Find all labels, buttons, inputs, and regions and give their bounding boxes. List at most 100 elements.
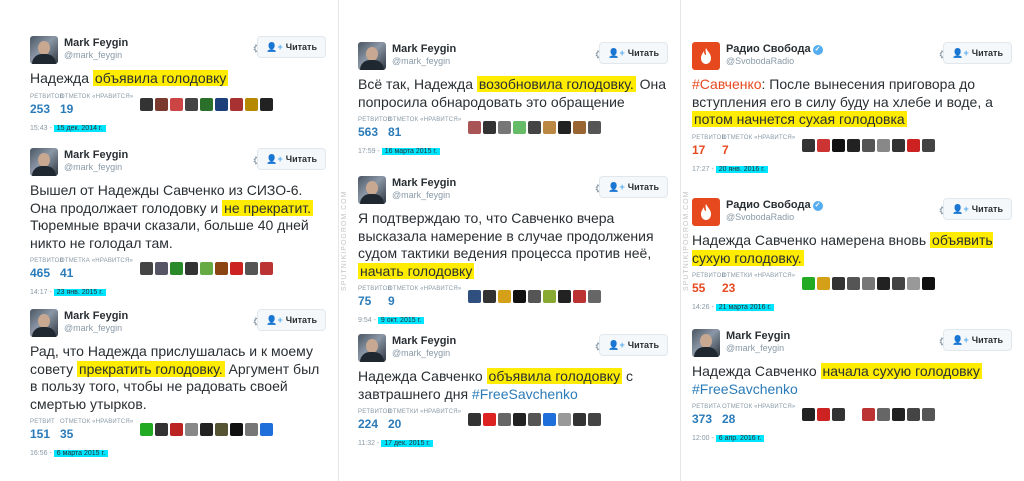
liker-avatar[interactable] <box>922 408 935 421</box>
hashtag-link[interactable]: #FreeSavchenko <box>472 386 578 402</box>
liker-avatar[interactable] <box>862 277 875 290</box>
follow-button[interactable]: 👤+ Читать <box>257 36 326 58</box>
liker-avatar[interactable] <box>543 413 556 426</box>
avatar[interactable] <box>30 148 58 176</box>
liker-avatar[interactable] <box>558 413 571 426</box>
liker-avatar[interactable] <box>573 290 586 303</box>
liker-avatar[interactable] <box>877 408 890 421</box>
liker-avatar[interactable] <box>558 121 571 134</box>
retweet-stat[interactable]: РЕТВИТОВ 563 <box>358 117 392 139</box>
tweet-timestamp[interactable]: 16:56 - 6 марта 2015 г. <box>30 450 326 460</box>
like-stat[interactable]: ОТМЕТОК «НРАВИТСЯ» 35 <box>60 419 133 441</box>
user-name[interactable]: Mark Feygin <box>392 335 456 347</box>
liker-avatar[interactable] <box>170 97 183 111</box>
liker-avatar[interactable] <box>215 423 228 436</box>
retweet-stat[interactable]: РЕТВИТОВ 224 <box>358 409 392 431</box>
tweet-timestamp[interactable]: 14:26 - 21 марта 2016 г. <box>692 304 1012 314</box>
liker-avatar[interactable] <box>817 408 830 421</box>
avatar[interactable] <box>30 309 58 337</box>
liker-avatar[interactable] <box>528 121 541 134</box>
retweet-stat[interactable]: РЕТВИТОВ 55 <box>692 273 726 295</box>
user-name[interactable]: Mark Feygin <box>726 330 790 342</box>
user-name[interactable]: Радио Свобода ✓ <box>726 199 823 211</box>
liker-avatar[interactable] <box>498 413 511 426</box>
follow-button[interactable]: 👤+ Читать <box>257 148 326 170</box>
user-handle[interactable]: @mark_feygin <box>64 50 122 60</box>
liker-avatar[interactable] <box>528 290 541 303</box>
liker-avatar[interactable] <box>832 408 845 421</box>
liker-avatar[interactable] <box>140 262 153 275</box>
liker-avatar[interactable] <box>877 138 890 152</box>
liker-avatar[interactable] <box>907 408 920 421</box>
liker-avatar[interactable] <box>817 277 830 290</box>
liker-avatar[interactable] <box>245 423 258 436</box>
liker-avatar[interactable] <box>230 262 243 275</box>
liker-avatar[interactable] <box>802 138 815 152</box>
user-name[interactable]: Mark Feygin <box>392 43 456 55</box>
liker-avatar[interactable] <box>892 408 905 421</box>
avatar[interactable] <box>692 42 720 70</box>
liker-avatar[interactable] <box>832 277 845 290</box>
liker-avatar[interactable] <box>170 423 183 436</box>
liker-avatar[interactable] <box>468 290 481 303</box>
tweet-timestamp[interactable]: 14:17 - 23 янв. 2015 г. <box>30 289 326 299</box>
liker-avatar[interactable] <box>573 413 586 426</box>
liker-avatar[interactable] <box>260 423 273 436</box>
follow-button[interactable]: 👤+ Читать <box>599 176 668 198</box>
liker-avatar[interactable] <box>802 277 815 290</box>
tweet-timestamp[interactable]: 15:43 - 15 дек. 2014 г. <box>30 124 326 135</box>
avatar[interactable] <box>692 198 720 226</box>
liker-avatar[interactable] <box>468 121 481 134</box>
liker-avatar[interactable] <box>468 413 481 426</box>
user-handle[interactable]: @mark_feygin <box>392 348 450 358</box>
liker-avatar[interactable] <box>513 290 526 303</box>
tweet-timestamp[interactable]: 12:00 - 6 апр. 2016 г. <box>692 435 1012 445</box>
liker-avatar[interactable] <box>498 121 511 134</box>
liker-avatar[interactable] <box>215 262 228 275</box>
retweet-stat[interactable]: РЕТВИТОВ 75 <box>358 286 392 308</box>
liker-avatar[interactable] <box>245 97 258 111</box>
liker-avatar[interactable] <box>260 97 273 111</box>
liker-avatar[interactable] <box>140 423 153 436</box>
liker-avatar[interactable] <box>832 138 845 152</box>
like-stat[interactable]: ОТМЕТОК «НРАВИТСЯ» 19 <box>60 94 133 116</box>
liker-avatar[interactable] <box>877 277 890 290</box>
liker-avatar[interactable] <box>155 262 168 275</box>
follow-button[interactable]: 👤+ Читать <box>599 42 668 64</box>
liker-avatar[interactable] <box>543 290 556 303</box>
liker-avatar[interactable] <box>862 408 875 421</box>
user-handle[interactable]: @mark_feygin <box>726 343 784 353</box>
liker-avatar[interactable] <box>498 290 511 303</box>
liker-avatar[interactable] <box>230 97 243 111</box>
liker-avatar[interactable] <box>847 277 860 290</box>
liker-avatar[interactable] <box>558 290 571 303</box>
user-handle[interactable]: @SvobodaRadio <box>726 56 794 66</box>
liker-avatar[interactable] <box>817 138 830 152</box>
liker-avatar[interactable] <box>513 121 526 134</box>
liker-avatar[interactable] <box>907 277 920 290</box>
hashtag-link[interactable]: #Савченко <box>692 76 762 92</box>
user-name[interactable]: Радио Свобода ✓ <box>726 43 823 55</box>
like-stat[interactable]: ОТМЕТОК «НРАВИТСЯ» 7 <box>722 135 795 157</box>
user-name[interactable]: Mark Feygin <box>64 37 128 49</box>
like-stat[interactable]: ОТМЕТКА «НРАВИТСЯ» 41 <box>60 258 133 280</box>
liker-avatar[interactable] <box>847 138 860 152</box>
like-stat[interactable]: ОТМЕТКИ «НРАВИТСЯ» 23 <box>722 273 795 295</box>
follow-button[interactable]: 👤+ Читать <box>257 309 326 331</box>
liker-avatar[interactable] <box>185 97 198 111</box>
tweet-timestamp[interactable]: 11:32 - 17 дек. 2015 г. <box>358 440 668 450</box>
user-handle[interactable]: @SvobodaRadio <box>726 212 794 222</box>
liker-avatar[interactable] <box>922 138 935 152</box>
retweet-stat[interactable]: РЕТВИТОВ 253 <box>30 94 64 116</box>
liker-avatar[interactable] <box>155 97 168 111</box>
liker-avatar[interactable] <box>588 290 601 303</box>
avatar[interactable] <box>692 329 720 357</box>
user-name[interactable]: Mark Feygin <box>392 177 456 189</box>
like-stat[interactable]: ОТМЕТОК «НРАВИТСЯ» 9 <box>388 286 461 308</box>
like-stat[interactable]: ОТМЕТОК «НРАВИТСЯ» 81 <box>388 117 461 139</box>
liker-avatar[interactable] <box>513 413 526 426</box>
liker-avatar[interactable] <box>215 97 228 111</box>
liker-avatar[interactable] <box>802 408 815 421</box>
user-name[interactable]: Mark Feygin <box>64 149 128 161</box>
liker-avatar[interactable] <box>892 277 905 290</box>
